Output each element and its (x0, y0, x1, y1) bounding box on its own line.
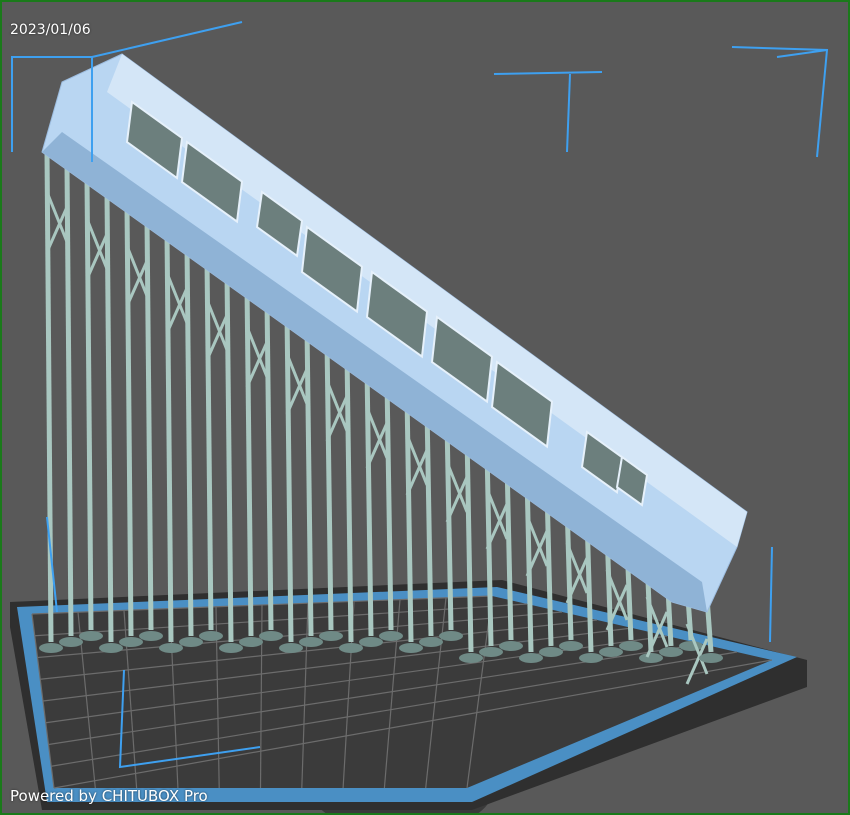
watermark-label: Powered by CHITUBOX Pro (10, 787, 208, 805)
print-scene[interactable] (2, 2, 848, 813)
date-label: 2023/01/06 (10, 22, 91, 38)
3d-viewport[interactable]: 2023/01/06 Powered by CHITUBOX Pro (2, 2, 848, 813)
